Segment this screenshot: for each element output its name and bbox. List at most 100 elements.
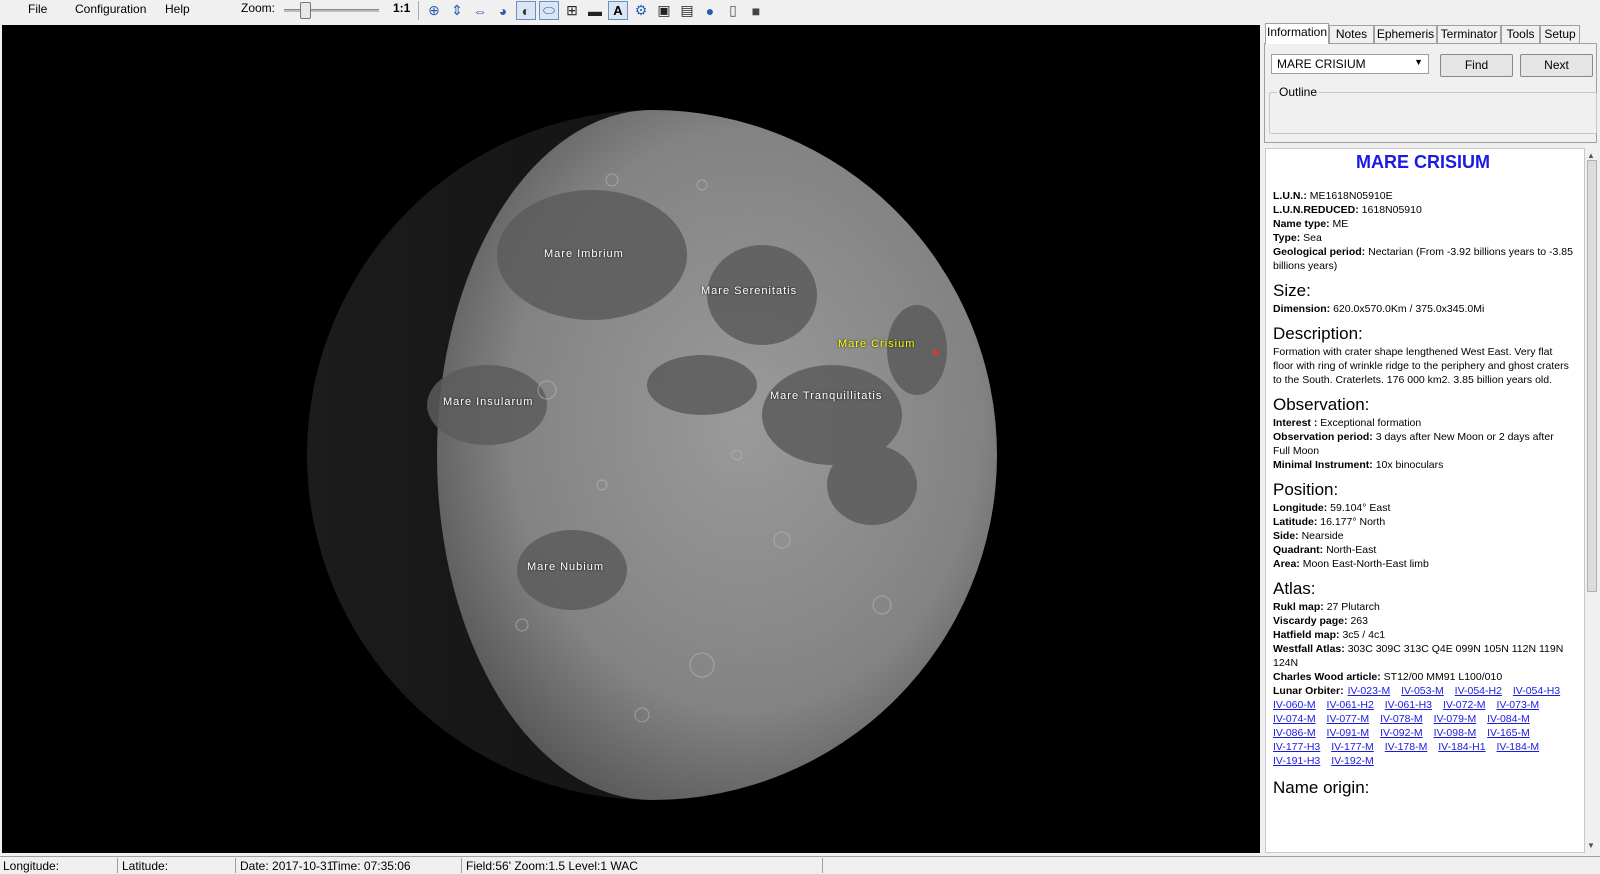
lunar-orbiter-link[interactable]: IV-079-M: [1434, 713, 1477, 725]
lunar-orbiter-link[interactable]: IV-072-M: [1443, 699, 1486, 711]
lunar-orbiter-link[interactable]: IV-177-M: [1331, 741, 1374, 753]
next-button[interactable]: Next: [1520, 54, 1593, 77]
gear-icon[interactable]: ⚙: [631, 1, 651, 20]
info-row-lun: L.U.N.: ME1618N05910E: [1273, 190, 1393, 202]
lunar-orbiter-link[interactable]: IV-060-M: [1273, 699, 1316, 711]
zoom-ratio-button[interactable]: 1:1: [393, 1, 410, 15]
top-toolbar: File Configuration Help Zoom: 1:1 ⊕ ⇕ ⇔ …: [0, 0, 1600, 22]
info-row-side: Side: Nearside: [1273, 530, 1344, 542]
menu-help[interactable]: Help: [165, 2, 190, 16]
zoom-slider[interactable]: [284, 2, 379, 19]
menu-configuration[interactable]: Configuration: [75, 2, 146, 16]
lunar-orbiter-link[interactable]: IV-073-M: [1496, 699, 1539, 711]
status-separator: [461, 858, 462, 873]
info-row-lunar-orbiter: Lunar Orbiter: IV-023-M IV-053-M IV-054-H…: [1273, 685, 1561, 767]
tab-setup[interactable]: Setup: [1540, 25, 1580, 43]
lunar-orbiter-link[interactable]: IV-061-H2: [1327, 699, 1374, 711]
info-scrollbar[interactable]: ▲ ▼: [1585, 148, 1600, 853]
globe-color-icon[interactable]: ◕: [493, 1, 513, 20]
ruler-icon[interactable]: ▬: [585, 1, 605, 20]
tab-tools[interactable]: Tools: [1501, 25, 1540, 43]
moon-label-mare-nubium[interactable]: Mare Nubium: [527, 561, 604, 573]
info-row-observation-period: Observation period: 3 days after New Moo…: [1273, 431, 1554, 457]
lunar-orbiter-link[interactable]: IV-177-H3: [1273, 741, 1320, 753]
info-row-latitude: Latitude: 16.177° North: [1273, 516, 1386, 528]
flip-horizontal-icon[interactable]: ⇔: [470, 1, 490, 20]
lunar-orbiter-link[interactable]: IV-178-M: [1385, 741, 1428, 753]
info-row-quadrant: Quadrant: North-East: [1273, 544, 1377, 556]
status-field: Field:56' Zoom:1.5 Level:1 WAC: [466, 859, 638, 873]
scrollbar-thumb[interactable]: [1587, 160, 1597, 592]
find-button[interactable]: Find: [1440, 54, 1513, 77]
lunar-orbiter-link[interactable]: IV-054-H3: [1513, 685, 1560, 697]
text-icon[interactable]: A: [608, 1, 628, 20]
moon-label-mare-imbrium[interactable]: Mare Imbrium: [544, 248, 624, 260]
moon-view[interactable]: Mare Imbrium Mare Serenitatis Mare Crisi…: [2, 25, 1260, 853]
zoom-slider-thumb[interactable]: [300, 2, 311, 19]
lunar-orbiter-link[interactable]: IV-184-H1: [1438, 741, 1485, 753]
lunar-orbiter-link[interactable]: IV-078-M: [1380, 713, 1423, 725]
status-separator: [117, 858, 118, 873]
tab-information[interactable]: Information: [1265, 23, 1329, 44]
calendar-icon[interactable]: ▤: [677, 1, 697, 20]
chevron-down-icon: ▼: [1414, 57, 1423, 67]
tab-terminator[interactable]: Terminator: [1437, 25, 1501, 43]
info-row-name-type: Name type: ME: [1273, 218, 1349, 230]
flip-vertical-icon[interactable]: ⇕: [447, 1, 467, 20]
lunar-orbiter-link[interactable]: IV-061-H3: [1385, 699, 1432, 711]
lunar-orbiter-link[interactable]: IV-054-H2: [1455, 685, 1502, 697]
lunar-orbiter-link[interactable]: IV-084-M: [1487, 713, 1530, 725]
lunar-orbiter-link[interactable]: IV-086-M: [1273, 727, 1316, 739]
info-row-hatfield-map: Hatfield map: 3c5 / 4c1: [1273, 629, 1386, 641]
feature-select-dropdown[interactable]: MARE CRISIUM ▼: [1271, 54, 1429, 74]
status-longitude: Longitude:: [3, 859, 60, 873]
ellipse-icon[interactable]: ⬭: [539, 1, 559, 20]
name-origin-heading: Name origin:: [1273, 778, 1370, 797]
moon-label-mare-insularum[interactable]: Mare Insularum: [443, 396, 533, 408]
lunar-orbiter-link[interactable]: IV-098-M: [1434, 727, 1477, 739]
crosshair-icon[interactable]: ⊕: [424, 1, 444, 20]
tab-notes[interactable]: Notes: [1329, 25, 1374, 43]
scroll-up-icon[interactable]: ▲: [1587, 151, 1595, 160]
moon-label-mare-serenitatis[interactable]: Mare Serenitatis: [701, 285, 797, 297]
lunar-orbiter-link[interactable]: IV-077-M: [1327, 713, 1370, 725]
page-icon[interactable]: ▯: [723, 1, 743, 20]
info-row-longitude: Longitude: 59.104° East: [1273, 502, 1391, 514]
size-heading: Size:: [1273, 281, 1311, 300]
world-icon[interactable]: ●: [700, 1, 720, 20]
lunar-orbiter-link[interactable]: IV-053-M: [1401, 685, 1444, 697]
moon-phase-icon[interactable]: ◐: [516, 1, 536, 20]
screen-icon[interactable]: ■: [746, 1, 766, 20]
lunar-orbiter-link[interactable]: IV-092-M: [1380, 727, 1423, 739]
info-pane: MARE CRISIUM L.U.N.: ME1618N05910E L.U.N…: [1265, 148, 1585, 853]
lunar-orbiter-link[interactable]: IV-165-M: [1487, 727, 1530, 739]
zoom-slider-track: [284, 9, 379, 12]
lunar-orbiter-link[interactable]: IV-192-M: [1331, 755, 1374, 767]
info-row-rukl-map: Rukl map: 27 Plutarch: [1273, 601, 1380, 613]
position-heading: Position:: [1273, 480, 1339, 499]
outline-label: Outline: [1277, 85, 1320, 99]
scroll-down-icon[interactable]: ▼: [1587, 841, 1595, 850]
moon-label-mare-tranquillitatis[interactable]: Mare Tranquillitatis: [770, 390, 882, 402]
info-row-interest: Interest : Exceptional formation: [1273, 417, 1422, 429]
lunar-orbiter-link[interactable]: IV-184-M: [1496, 741, 1539, 753]
description-heading: Description:: [1273, 324, 1363, 343]
lunar-orbiter-link[interactable]: IV-023-M: [1348, 685, 1391, 697]
lunar-orbiter-link[interactable]: IV-091-M: [1327, 727, 1370, 739]
tab-ephemeris[interactable]: Ephemeris: [1374, 25, 1437, 43]
feature-select-value: MARE CRISIUM: [1277, 57, 1366, 71]
info-title: MARE CRISIUM: [1356, 152, 1490, 172]
info-row-geological-period: Geological period: Nectarian (From -3.92…: [1273, 246, 1573, 272]
lunar-orbiter-link[interactable]: IV-191-H3: [1273, 755, 1320, 767]
status-time: Time: 07:35:06: [331, 859, 411, 873]
moon-label-mare-crisium[interactable]: Mare Crisium: [838, 338, 915, 350]
menu-file[interactable]: File: [28, 2, 47, 16]
lunar-orbiter-link[interactable]: IV-074-M: [1273, 713, 1316, 725]
info-row-charles-wood: Charles Wood article: ST12/00 MM91 L100/…: [1273, 671, 1503, 683]
grid-icon[interactable]: ⊞: [562, 1, 582, 20]
toolbar-separator: [418, 1, 419, 20]
info-row-type: Type: Sea: [1273, 232, 1322, 244]
info-row-dimension: Dimension: 620.0x570.0Km / 375.0x345.0Mi: [1273, 303, 1485, 315]
camera-icon[interactable]: ▣: [654, 1, 674, 20]
status-separator: [822, 858, 823, 873]
